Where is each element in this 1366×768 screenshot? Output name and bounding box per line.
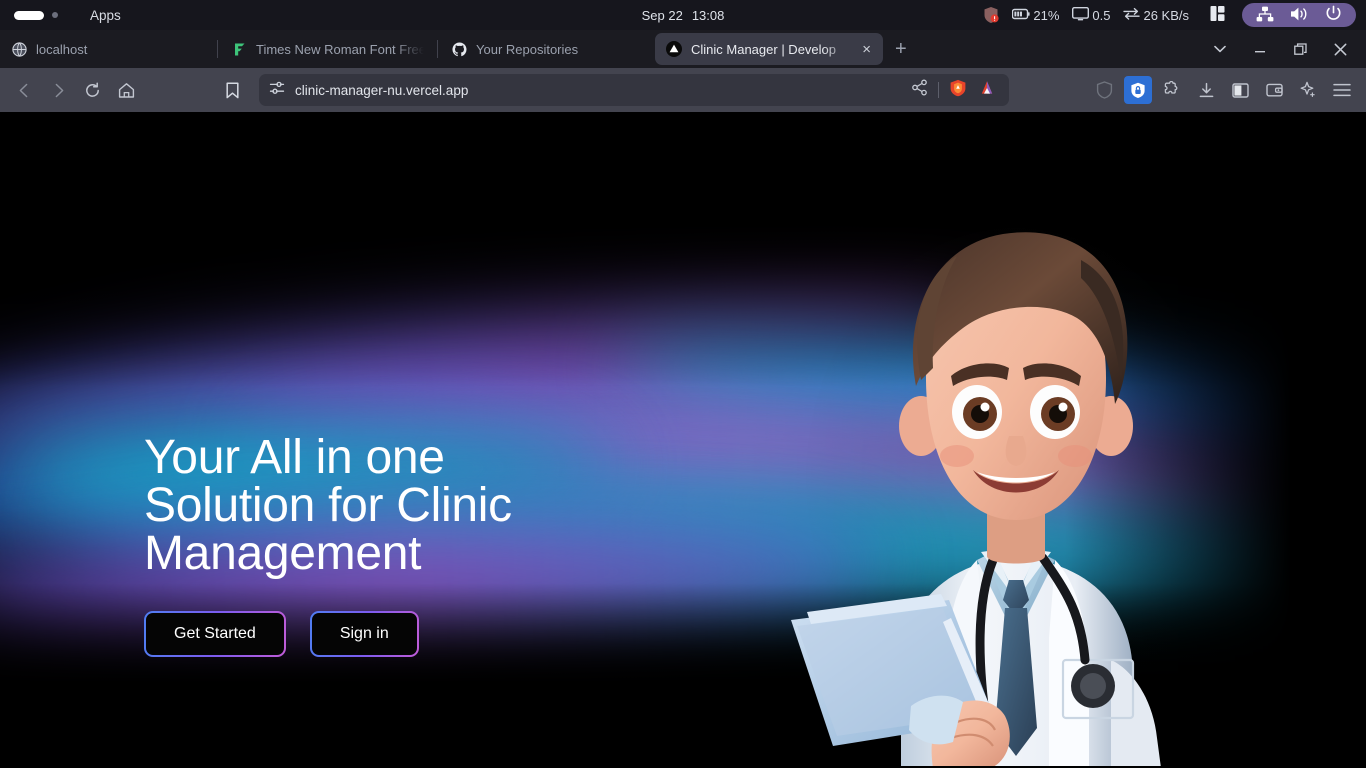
browser-tab-localhost[interactable]: localhost	[0, 33, 215, 65]
share-icon[interactable]	[911, 79, 928, 101]
get-started-button[interactable]: Get Started	[144, 611, 286, 657]
network-nodes-icon[interactable]	[1256, 6, 1274, 25]
bookmark-icon[interactable]	[215, 74, 249, 106]
maximize-icon[interactable]	[1280, 30, 1320, 68]
tab-title: Clinic Manager | Develop	[691, 42, 852, 57]
hero-section: Your All in one Solution for Clinic Mana…	[144, 434, 512, 657]
display-indicator[interactable]: 0.5	[1072, 7, 1110, 24]
workspace-indicator-active[interactable]	[14, 11, 44, 20]
github-icon	[451, 41, 467, 57]
system-date: Sep 22	[642, 8, 683, 23]
sidebar-toggle-icon[interactable]	[1226, 76, 1254, 104]
hero-button-group: Get Started Sign in	[144, 611, 512, 657]
system-time: 13:08	[692, 8, 725, 23]
get-started-button-label: Get Started	[146, 613, 284, 655]
brave-rewards-triangle-icon[interactable]	[977, 79, 997, 102]
tab-title: localhost	[36, 42, 204, 57]
network-speed-indicator[interactable]: 26 KB/s	[1123, 7, 1189, 23]
apps-menu-button[interactable]: Apps	[90, 8, 121, 23]
system-bar-left: Apps	[0, 8, 121, 23]
workspace-indicator-inactive[interactable]	[52, 12, 58, 18]
system-quick-settings-pill[interactable]	[1242, 3, 1356, 27]
reload-icon[interactable]	[76, 74, 108, 106]
tabs-container: localhost Times New Roman Font Free Your…	[0, 30, 1200, 68]
fontspace-f-icon	[231, 41, 247, 57]
browser-tab-your-repositories[interactable]: Your Repositories	[440, 33, 655, 65]
forward-arrow-icon[interactable]	[42, 74, 74, 106]
transfer-arrows-icon	[1123, 7, 1140, 23]
globe-icon	[11, 41, 27, 57]
new-tab-button[interactable]: +	[883, 39, 919, 59]
speaker-volume-icon[interactable]	[1290, 6, 1309, 25]
extensions-puzzle-icon[interactable]	[1158, 76, 1186, 104]
browser-tab-clinic-manager[interactable]: Clinic Manager | Develop ×	[655, 33, 883, 65]
tab-title: Times New Roman Font Free	[256, 42, 424, 57]
tab-title: Your Repositories	[476, 42, 644, 57]
battery-icon	[1012, 8, 1030, 23]
sign-in-button-label: Sign in	[312, 613, 417, 655]
clock-area[interactable]: Sep 22 13:08	[642, 8, 725, 23]
page-title: Your All in one Solution for Clinic Mana…	[144, 434, 512, 578]
minimize-icon[interactable]	[1240, 30, 1280, 68]
browser-navigation-bar: clinic-manager-nu.vercel.app	[0, 68, 1366, 112]
close-icon[interactable]: ×	[861, 42, 872, 57]
close-icon[interactable]	[1320, 30, 1360, 68]
hero-title-line-3: Management	[144, 530, 512, 578]
vercel-triangle-icon	[666, 41, 682, 57]
browser-tab-times-new-roman-font[interactable]: Times New Roman Font Free	[220, 33, 435, 65]
network-speed-label: 26 KB/s	[1143, 8, 1189, 23]
back-arrow-icon[interactable]	[8, 74, 40, 106]
hero-title-line-2: Solution for Clinic	[144, 482, 512, 530]
system-tray: 21% 0.5 26 KB/s	[983, 3, 1366, 27]
browser-toolbar-actions	[1090, 76, 1358, 104]
shield-icon[interactable]	[1090, 76, 1118, 104]
tab-separator	[217, 40, 218, 58]
url-text[interactable]: clinic-manager-nu.vercel.app	[295, 83, 901, 98]
page-viewport: Your All in one Solution for Clinic Mana…	[0, 112, 1366, 766]
doctor-character-illustration	[781, 208, 1251, 766]
brave-wallet-icon[interactable]	[1260, 76, 1288, 104]
browser-tab-strip: localhost Times New Roman Font Free Your…	[0, 30, 1366, 68]
panel-layout-icon[interactable]	[1210, 5, 1229, 25]
address-bar-actions	[911, 79, 999, 102]
sign-in-button[interactable]: Sign in	[310, 611, 419, 657]
window-controls	[1200, 30, 1360, 68]
hero-title-line-1: Your All in one	[144, 434, 512, 482]
power-icon[interactable]	[1325, 5, 1342, 25]
monitor-icon	[1072, 7, 1089, 24]
display-value-label: 0.5	[1092, 8, 1110, 23]
shield-alert-icon[interactable]	[983, 6, 999, 24]
download-icon[interactable]	[1192, 76, 1220, 104]
battery-percent-label: 21%	[1033, 8, 1059, 23]
address-bar[interactable]: clinic-manager-nu.vercel.app	[259, 74, 1009, 106]
hamburger-menu-icon[interactable]	[1328, 76, 1356, 104]
home-icon[interactable]	[110, 74, 142, 106]
battery-indicator[interactable]: 21%	[1012, 8, 1059, 23]
divider	[938, 82, 939, 98]
password-manager-icon[interactable]	[1124, 76, 1152, 104]
site-settings-icon[interactable]	[269, 80, 285, 101]
tab-separator	[437, 40, 438, 58]
leo-ai-sparkle-icon[interactable]	[1294, 76, 1322, 104]
system-status-bar: Apps Sep 22 13:08 2	[0, 0, 1366, 30]
brave-shields-lion-icon[interactable]	[949, 79, 967, 102]
chevron-down-icon[interactable]	[1200, 30, 1240, 68]
